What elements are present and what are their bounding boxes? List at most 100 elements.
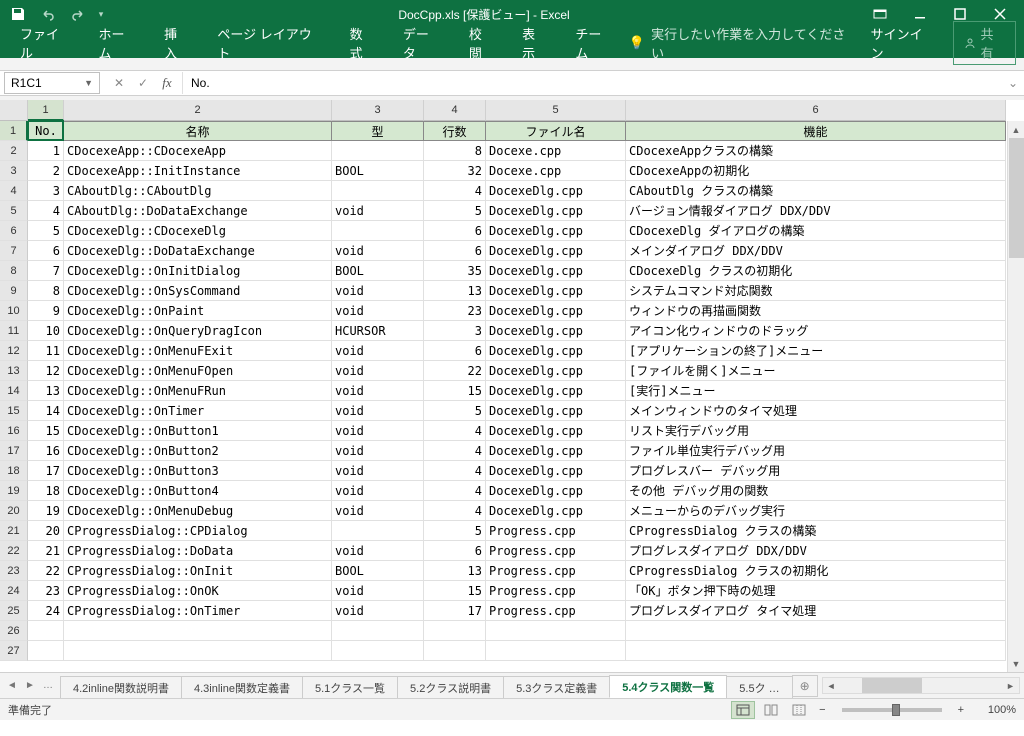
sheet-tab[interactable]: 5.5ク … xyxy=(726,676,792,698)
tab-file[interactable]: ファイル xyxy=(8,18,83,68)
cell[interactable]: ファイル単位実行デバッグ用 xyxy=(626,441,1006,461)
row-header[interactable]: 25 xyxy=(0,601,28,621)
cell[interactable]: 32 xyxy=(424,161,486,181)
cell[interactable]: 4 xyxy=(424,181,486,201)
cell[interactable]: DocexeDlg.cpp xyxy=(486,261,626,281)
cell[interactable]: プログレスバー デバッグ用 xyxy=(626,461,1006,481)
cell[interactable]: CDocexeDlg::OnTimer xyxy=(64,401,332,421)
cell[interactable]: 22 xyxy=(424,361,486,381)
cell[interactable]: CDocexeDlg::OnButton2 xyxy=(64,441,332,461)
cell[interactable]: void xyxy=(332,341,424,361)
cell[interactable] xyxy=(332,621,424,641)
sheet-tab[interactable]: 5.2クラス説明書 xyxy=(397,676,504,698)
cell[interactable]: CDocexeApp::CDocexeApp xyxy=(64,141,332,161)
cell[interactable]: Progress.cpp xyxy=(486,541,626,561)
cell[interactable]: CDocexeAppクラスの構築 xyxy=(626,141,1006,161)
cell[interactable]: No. xyxy=(28,121,64,141)
cell[interactable]: void xyxy=(332,581,424,601)
tab-insert[interactable]: 挿入 xyxy=(152,18,201,68)
cell[interactable]: [アプリケーションの終了]メニュー xyxy=(626,341,1006,361)
cell[interactable]: 機能 xyxy=(626,121,1006,141)
cell[interactable]: DocexeDlg.cpp xyxy=(486,481,626,501)
cell[interactable] xyxy=(28,641,64,661)
zoom-in-button[interactable]: + xyxy=(954,704,968,716)
cell[interactable]: リスト実行デバッグ用 xyxy=(626,421,1006,441)
cell[interactable]: void xyxy=(332,381,424,401)
row-header[interactable]: 11 xyxy=(0,321,28,341)
cell[interactable]: CProgressDialog::CPDialog xyxy=(64,521,332,541)
cell[interactable]: 4 xyxy=(424,421,486,441)
cell[interactable] xyxy=(424,641,486,661)
cell[interactable]: 4 xyxy=(424,441,486,461)
cell[interactable]: 23 xyxy=(28,581,64,601)
cell[interactable]: CDocexeDlg::OnSysCommand xyxy=(64,281,332,301)
tab-formulas[interactable]: 数式 xyxy=(338,18,387,68)
cell[interactable]: 22 xyxy=(28,561,64,581)
cell[interactable]: [実行]メニュー xyxy=(626,381,1006,401)
cell[interactable]: CDocexeDlg::OnMenuFOpen xyxy=(64,361,332,381)
cell[interactable]: CDocexeDlg クラスの初期化 xyxy=(626,261,1006,281)
view-page-break-icon[interactable] xyxy=(787,701,811,719)
cell[interactable]: 17 xyxy=(424,601,486,621)
cell[interactable]: 21 xyxy=(28,541,64,561)
cell[interactable]: 15 xyxy=(424,381,486,401)
column-header[interactable]: 2 xyxy=(64,100,332,121)
sheet-tab[interactable]: 5.1クラス一覧 xyxy=(302,676,398,698)
horizontal-scroll-thumb[interactable] xyxy=(862,678,922,693)
cell[interactable]: void xyxy=(332,461,424,481)
zoom-level[interactable]: 100% xyxy=(972,704,1016,716)
cell[interactable]: void xyxy=(332,301,424,321)
cell[interactable]: CProgressDialog::OnTimer xyxy=(64,601,332,621)
cell[interactable]: 15 xyxy=(424,581,486,601)
cell[interactable]: 4 xyxy=(424,461,486,481)
sheet-tab[interactable]: 4.2inline関数説明書 xyxy=(60,676,182,698)
cell[interactable]: メインダイアログ DDX/DDV xyxy=(626,241,1006,261)
cell[interactable]: void xyxy=(332,401,424,421)
row-header[interactable]: 20 xyxy=(0,501,28,521)
cell[interactable]: 3 xyxy=(28,181,64,201)
cell[interactable]: Progress.cpp xyxy=(486,601,626,621)
cell[interactable] xyxy=(424,621,486,641)
cell[interactable]: CProgressDialog クラスの初期化 xyxy=(626,561,1006,581)
tab-view[interactable]: 表示 xyxy=(510,18,559,68)
cell[interactable]: 名称 xyxy=(64,121,332,141)
cell[interactable]: DocexeDlg.cpp xyxy=(486,341,626,361)
cell[interactable]: CAboutDlg::DoDataExchange xyxy=(64,201,332,221)
cell[interactable] xyxy=(332,141,424,161)
vertical-scroll-thumb[interactable] xyxy=(1009,138,1024,258)
row-header[interactable]: 10 xyxy=(0,301,28,321)
cell[interactable]: プログレスダイアログ DDX/DDV xyxy=(626,541,1006,561)
cell[interactable]: void xyxy=(332,601,424,621)
cell[interactable]: 「OK」ボタン押下時の処理 xyxy=(626,581,1006,601)
row-header[interactable]: 12 xyxy=(0,341,28,361)
zoom-thumb[interactable] xyxy=(892,704,900,716)
row-header[interactable]: 16 xyxy=(0,421,28,441)
column-header[interactable]: 4 xyxy=(424,100,486,121)
cell[interactable]: 6 xyxy=(424,221,486,241)
cell[interactable]: 行数 xyxy=(424,121,486,141)
cell[interactable]: CProgressDialog::DoData xyxy=(64,541,332,561)
tell-me-search[interactable]: 💡 実行したい作業を入力してください xyxy=(629,24,851,62)
column-header[interactable]: 5 xyxy=(486,100,626,121)
cell[interactable]: 3 xyxy=(424,321,486,341)
cell[interactable]: 23 xyxy=(424,301,486,321)
cell[interactable]: CDocexeDlg::OnMenuDebug xyxy=(64,501,332,521)
row-header[interactable]: 18 xyxy=(0,461,28,481)
row-header[interactable]: 21 xyxy=(0,521,28,541)
cell[interactable]: DocexeDlg.cpp xyxy=(486,501,626,521)
cell[interactable]: メインウィンドウのタイマ処理 xyxy=(626,401,1006,421)
cell[interactable]: 35 xyxy=(424,261,486,281)
chevron-down-icon[interactable]: ▼ xyxy=(84,78,93,88)
cell[interactable]: CDocexeDlg::OnButton3 xyxy=(64,461,332,481)
cell[interactable]: DocexeDlg.cpp xyxy=(486,301,626,321)
view-normal-icon[interactable] xyxy=(731,701,755,719)
cell[interactable] xyxy=(64,641,332,661)
cell[interactable]: Progress.cpp xyxy=(486,581,626,601)
tab-nav-prev-icon[interactable]: ► xyxy=(22,677,38,695)
row-header[interactable]: 1 xyxy=(0,121,28,141)
tab-nav-more-icon[interactable]: … xyxy=(40,677,56,695)
cell[interactable]: 15 xyxy=(28,421,64,441)
cell[interactable] xyxy=(64,621,332,641)
cell[interactable]: ウィンドウの再描画関数 xyxy=(626,301,1006,321)
cell[interactable]: CDocexeDlg::OnButton4 xyxy=(64,481,332,501)
